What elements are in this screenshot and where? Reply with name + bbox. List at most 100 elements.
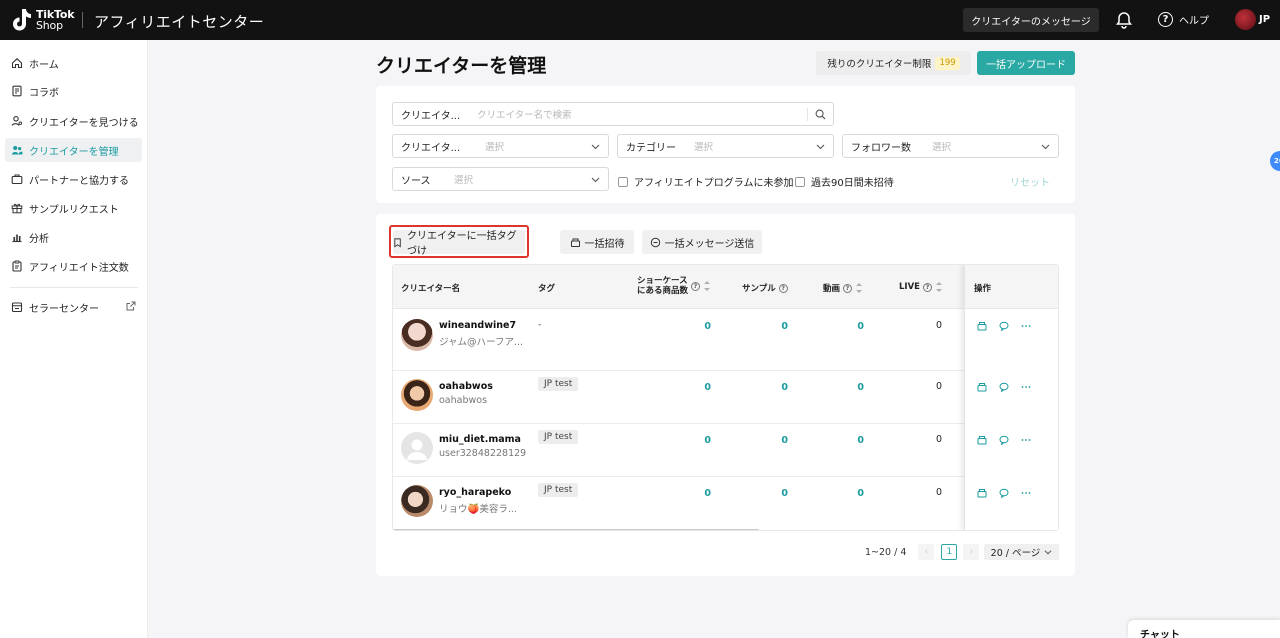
search-icon[interactable]: [815, 109, 826, 120]
not-joined-checkbox[interactable]: アフィリエイトプログラムに未参加: [618, 174, 794, 189]
bulk-upload-button[interactable]: 一括アップロード: [977, 51, 1075, 75]
people-icon: [11, 146, 23, 155]
creator-search-field[interactable]: クリエイタ... クリエイター名で検索: [392, 102, 834, 126]
tiktok-shop-logo[interactable]: TikTok Shop: [10, 7, 75, 33]
sidebar-item-affiliate-orders[interactable]: アフィリエイト注文数: [5, 254, 142, 278]
not-invited-checkbox[interactable]: 過去90日間未招待: [795, 174, 894, 189]
video-count[interactable]: 0: [844, 382, 864, 393]
user-avatar[interactable]: [1235, 9, 1256, 30]
sidebar-item-home[interactable]: ホーム: [5, 51, 142, 75]
bulk-message-label: 一括メッセージ送信: [664, 238, 755, 250]
horizontal-scrollbar[interactable]: [393, 529, 759, 530]
more-icon[interactable]: [1021, 382, 1031, 392]
sidebar-item-seller-center[interactable]: セラーセンター: [5, 295, 142, 319]
creator-select[interactable]: クリエイタ... 選択: [392, 134, 609, 158]
sort-icon[interactable]: [856, 283, 863, 293]
sidebar: ホーム コラボ クリエイターを見つける クリエイターを管理 パートナーと協力する…: [0, 40, 148, 638]
sidebar-item-collab[interactable]: コラボ: [5, 79, 142, 103]
chat-bubble-icon[interactable]: [999, 321, 1009, 331]
bell-icon[interactable]: [1115, 11, 1133, 29]
sample-count[interactable]: 0: [768, 321, 788, 332]
page-size-select[interactable]: 20 / ページ: [984, 544, 1059, 560]
video-count[interactable]: 0: [844, 321, 864, 332]
avatar[interactable]: [401, 379, 433, 411]
bulk-invite-button[interactable]: 一括招待: [560, 230, 634, 254]
video-count[interactable]: 0: [844, 488, 864, 499]
checkbox-box[interactable]: [795, 176, 805, 187]
source-select[interactable]: ソース 選択: [392, 167, 609, 191]
floating-badge[interactable]: 26: [1270, 151, 1280, 171]
table-row[interactable]: oahabwos oahabwos JP test 0 0 0 0: [393, 371, 1058, 424]
checkbox-box[interactable]: [618, 176, 628, 187]
sample-count[interactable]: 0: [768, 488, 788, 499]
clipboard-icon: [12, 260, 22, 272]
creator-name[interactable]: wineandwine7: [439, 320, 516, 331]
document-icon: [12, 85, 22, 97]
sample-count[interactable]: 0: [768, 382, 788, 393]
showcase-count[interactable]: 0: [691, 382, 711, 393]
creator-nickname: user32848228129: [439, 448, 527, 459]
search-input[interactable]: クリエイター名で検索: [477, 107, 572, 121]
briefcase-icon: [11, 174, 23, 185]
help-button[interactable]: ? ヘルプ: [1158, 12, 1209, 27]
invite-icon[interactable]: [977, 382, 987, 392]
sidebar-item-partners[interactable]: パートナーと協力する: [5, 167, 142, 191]
invite-icon[interactable]: [977, 488, 987, 498]
avatar[interactable]: [401, 319, 433, 351]
info-icon: ?: [922, 282, 932, 292]
followers-select-placeholder: 選択: [932, 142, 952, 153]
avatar[interactable]: [401, 432, 433, 464]
header-video[interactable]: 動画?: [823, 282, 863, 294]
creator-message-button[interactable]: クリエイターのメッセージ: [963, 8, 1099, 32]
showcase-count[interactable]: 0: [691, 321, 711, 332]
table-row[interactable]: miu_diet.mama user32848228129 JP test 0 …: [393, 424, 1058, 477]
followers-select[interactable]: フォロワー数 選択: [842, 134, 1059, 158]
invite-icon[interactable]: [977, 321, 987, 331]
header-live[interactable]: LIVE?: [899, 282, 942, 292]
sidebar-item-manage-creators[interactable]: クリエイターを管理: [5, 138, 142, 162]
prev-page-button[interactable]: ‹: [918, 544, 935, 560]
header-showcase[interactable]: ショーケース にある商品数 ?: [637, 276, 711, 296]
search-separator: [807, 108, 808, 121]
showcase-count[interactable]: 0: [691, 488, 711, 499]
more-icon[interactable]: [1021, 321, 1031, 331]
showcase-count[interactable]: 0: [691, 435, 711, 446]
sort-icon[interactable]: [935, 282, 942, 292]
header-operations-label: 操作: [974, 284, 992, 294]
chat-bubble-icon[interactable]: [999, 382, 1009, 392]
sidebar-item-sample-requests[interactable]: サンプルリクエスト: [5, 196, 142, 220]
video-count[interactable]: 0: [844, 435, 864, 446]
invite-icon[interactable]: [977, 435, 987, 445]
chevron-down-icon: [1041, 144, 1050, 150]
sidebar-item-label: ホーム: [29, 59, 59, 71]
sidebar-item-label: セラーセンター: [29, 303, 99, 315]
chat-tab[interactable]: チャット: [1128, 620, 1280, 638]
table-row[interactable]: wineandwine7 ジャム@ハーフア... - 0 0 0 0: [393, 309, 1058, 371]
more-icon[interactable]: [1021, 435, 1031, 445]
sidebar-item-analytics[interactable]: 分析: [5, 225, 142, 249]
sort-icon[interactable]: [704, 281, 711, 291]
creator-limit-label: 残りのクリエイター制限: [827, 59, 932, 70]
language-selector[interactable]: JP: [1259, 14, 1270, 25]
avatar[interactable]: [401, 485, 433, 517]
source-select-label: ソース: [401, 175, 431, 187]
next-page-button[interactable]: ›: [963, 544, 980, 560]
chat-bubble-icon[interactable]: [999, 488, 1009, 498]
creator-limit-button[interactable]: 残りのクリエイター制限 199: [816, 51, 971, 75]
creator-name[interactable]: oahabwos: [439, 381, 493, 392]
chat-bubble-icon[interactable]: [999, 435, 1009, 445]
creator-name[interactable]: miu_diet.mama: [439, 434, 521, 445]
home-icon: [11, 58, 23, 69]
category-select[interactable]: カテゴリー 選択: [617, 134, 834, 158]
row-actions: [977, 488, 1043, 498]
bulk-message-button[interactable]: 一括メッセージ送信: [642, 230, 762, 254]
table-row[interactable]: ryo_harapeko リョウ🍑美容ラ... JP test 0 0 0 0: [393, 477, 1058, 530]
live-count: 0: [935, 434, 942, 445]
more-icon[interactable]: [1021, 488, 1031, 498]
creator-name[interactable]: ryo_harapeko: [439, 487, 511, 498]
reset-button[interactable]: リセット: [1010, 174, 1050, 189]
header-creator-name: クリエイター名: [401, 284, 461, 294]
page-number[interactable]: 1: [941, 544, 958, 560]
sample-count[interactable]: 0: [768, 435, 788, 446]
sidebar-item-find-creators[interactable]: クリエイターを見つける: [5, 109, 142, 133]
